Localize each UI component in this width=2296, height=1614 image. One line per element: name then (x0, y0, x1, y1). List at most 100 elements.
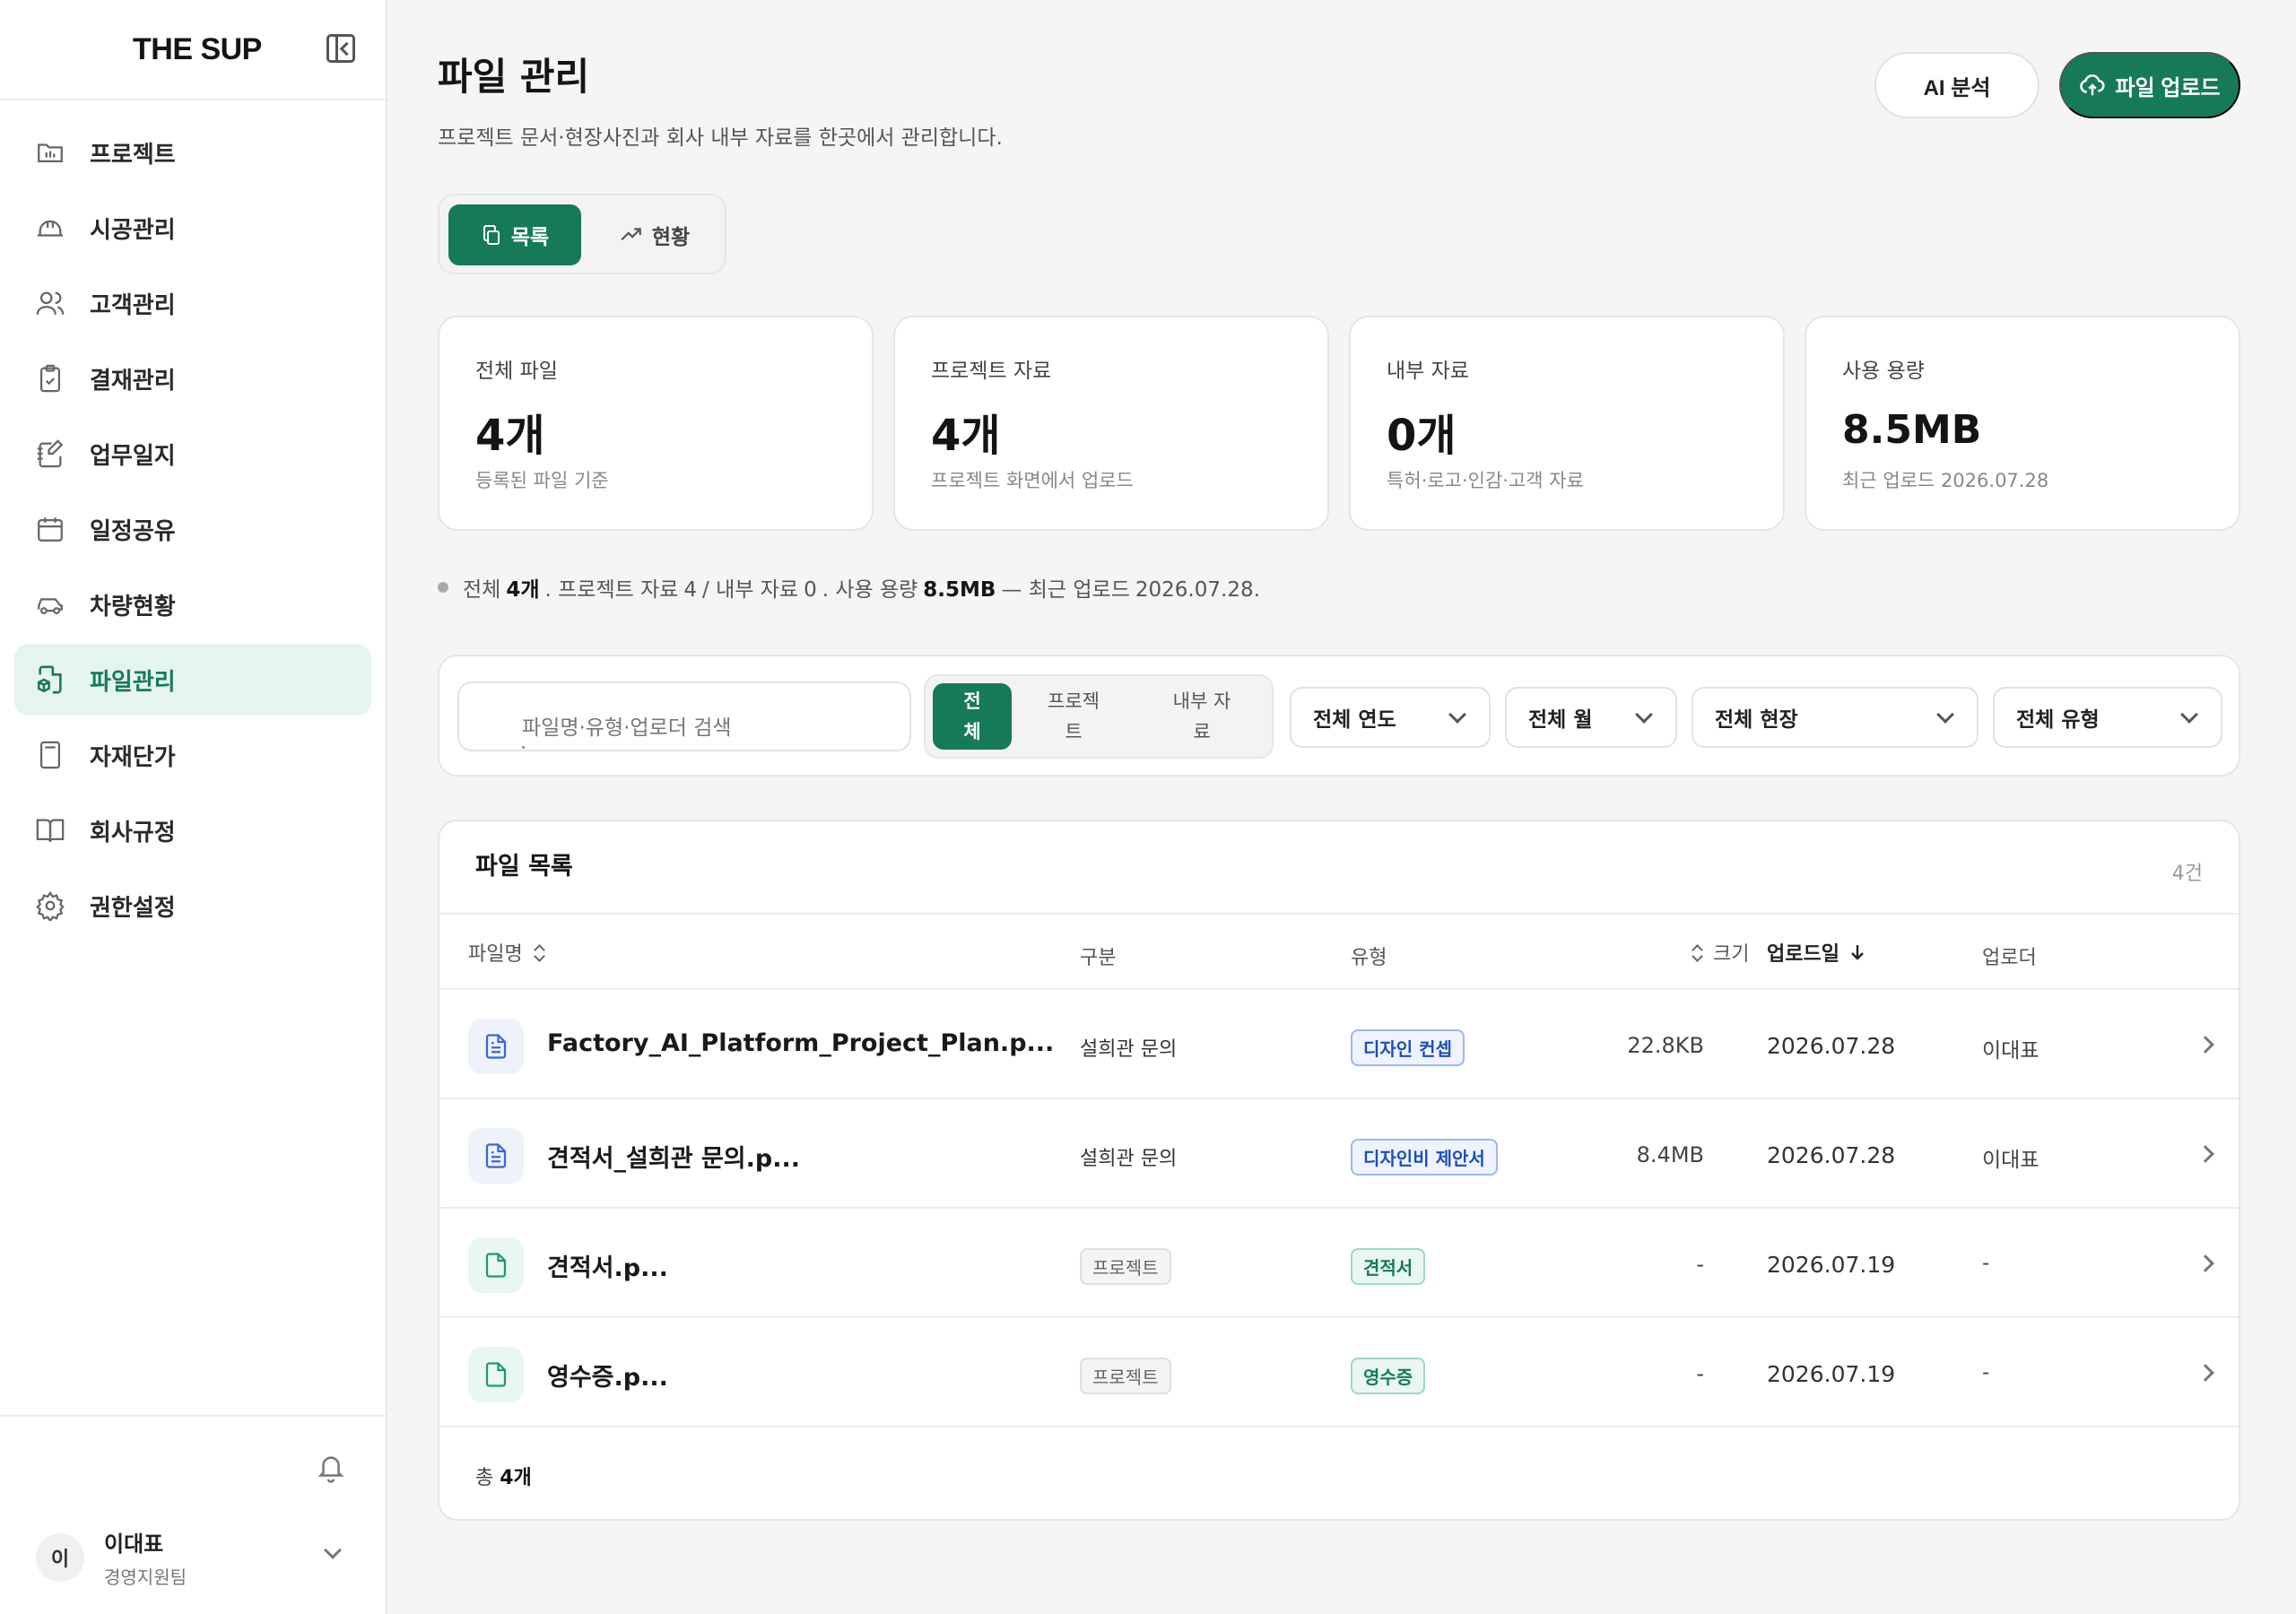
arrow-down-icon (1851, 945, 1864, 960)
sidebar-item-material-prices[interactable]: 자재단가 (14, 719, 371, 791)
file-table: 파일 목록 4건 파일명 구분 유형 크기 업로드일 업로더 Factory_A… (438, 820, 2240, 1521)
ai-analysis-button[interactable]: AI 분석 (1874, 52, 2039, 118)
stat-title: 내부 자료 (1387, 360, 1469, 383)
chevron-down-icon (1936, 706, 1954, 724)
file-name[interactable]: 영수증.p... (547, 1358, 668, 1393)
bell-icon[interactable] (316, 1451, 346, 1485)
table-row[interactable]: Factory_AI_Platform_Project_Plan.p... 설희… (439, 990, 2239, 1099)
sidebar-collapse-icon[interactable] (326, 34, 355, 63)
kind-project-button[interactable]: 프로젝 트 (1024, 683, 1123, 750)
file-type-tag: 영수증 (1351, 1358, 1426, 1394)
chevron-right-icon[interactable] (2196, 1036, 2214, 1054)
file-date: 2026.07.28 (1767, 1033, 1896, 1059)
file-name[interactable]: Factory_AI_Platform_Project_Plan.p... (547, 1029, 1054, 1057)
file-upload-button[interactable]: 파일 업로드 (2059, 52, 2240, 118)
kind-internal-button[interactable]: 내부 자료 (1139, 683, 1265, 750)
file-box-icon (34, 664, 66, 696)
stat-card-project: 프로젝트 자료 4개 프로젝트 화면에서 업로드 (893, 316, 1329, 531)
table-row[interactable]: 견적서_설희관 문의.p... 설희관 문의 디자인비 제안서 8.4MB 20… (439, 1099, 2239, 1209)
search-input[interactable]: 파일명·유형·업로더 검색 (457, 681, 911, 751)
table-row[interactable]: 영수증.p... 프로젝트 영수증 - 2026.07.19 - (439, 1318, 2239, 1427)
file-category: 설희관 문의 (1080, 1038, 1178, 1061)
file-name[interactable]: 견적서.p... (547, 1248, 668, 1283)
sidebar-item-label: 회사규정 (90, 819, 176, 846)
file-type-tag: 디자인비 제안서 (1351, 1139, 1498, 1176)
file-category-tag: 프로젝트 (1080, 1358, 1171, 1394)
sidebar-item-customers[interactable]: 고객관리 (14, 267, 371, 339)
stat-title: 사용 용량 (1842, 360, 1925, 383)
year-select[interactable]: 전체 연도 (1290, 687, 1491, 748)
th-uploader: 업로더 (1982, 947, 2037, 969)
stat-card-usage: 사용 용량 8.5MB 최근 업로드 2026.07.28 (1805, 316, 2240, 531)
stat-sub: 등록된 파일 기준 (475, 470, 609, 491)
page-title: 파일 관리 (438, 55, 590, 99)
summary-total: 4개 (506, 578, 540, 602)
sidebar-item-label: 일정공유 (90, 517, 176, 545)
site-select[interactable]: 전체 현장 (1692, 687, 1979, 748)
sidebar-item-worklog[interactable]: 업무일지 (14, 418, 371, 490)
chevron-down-icon[interactable] (324, 1541, 342, 1559)
file-name[interactable]: 견적서_설희관 문의.p... (547, 1139, 800, 1174)
table-title: 파일 목록 (475, 853, 573, 881)
summary-dot-icon (438, 582, 448, 593)
chevron-right-icon[interactable] (2196, 1145, 2214, 1163)
sidebar-item-projects[interactable]: 프로젝트 (14, 117, 371, 188)
sidebar-item-construction[interactable]: 시공관리 (14, 192, 371, 264)
month-select[interactable]: 전체 월 (1505, 687, 1677, 748)
stat-value: 0개 (1387, 411, 1457, 461)
sidebar-item-vehicles[interactable]: 차량현황 (14, 568, 371, 640)
type-select[interactable]: 전체 유형 (1993, 687, 2222, 748)
chevron-right-icon[interactable] (2196, 1364, 2214, 1382)
tab-list-label: 목록 (510, 226, 550, 249)
search-placeholder: 파일명·유형·업로더 검색 (522, 716, 732, 740)
file-uploader: 이대표 (1982, 1149, 2039, 1172)
sidebar-item-permissions[interactable]: 권한설정 (14, 870, 371, 941)
summary-internal: 0 (804, 578, 817, 602)
main-content: 파일 관리 프로젝트 문서·현장사진과 회사 내부 자료를 한곳에서 관리합니다… (387, 0, 2296, 1614)
app-logo[interactable]: THE SUP (133, 32, 262, 67)
sidebar-header: THE SUP (0, 0, 386, 100)
file-category-tag: 프로젝트 (1080, 1248, 1171, 1285)
tab-status[interactable]: 현황 (590, 204, 719, 265)
th-size[interactable]: 크기 (1692, 938, 1749, 967)
sidebar-item-label: 프로젝트 (90, 141, 176, 169)
user-profile[interactable]: 이 이대표 경영지원팀 (36, 1526, 187, 1589)
th-category: 구분 (1080, 947, 1117, 969)
sidebar-nav: 프로젝트 시공관리 고객관리 결재관리 업무일지 일정공유 차량현황 파일관리 … (14, 117, 371, 945)
th-name[interactable]: 파일명 (468, 938, 544, 967)
table-footer-total: 총 4개 (475, 1467, 532, 1489)
sidebar-item-schedule[interactable]: 일정공유 (14, 493, 371, 565)
th-date[interactable]: 업로드일 (1767, 938, 1866, 967)
sidebar-item-files[interactable]: 파일관리 (14, 644, 371, 716)
tab-status-label: 현황 (651, 226, 691, 249)
chevron-right-icon[interactable] (2196, 1254, 2214, 1272)
tab-list[interactable]: 목록 (448, 204, 581, 265)
sidebar-item-company-rules[interactable]: 회사규정 (14, 794, 371, 866)
trending-up-icon (621, 228, 641, 241)
table-row[interactable]: 견적서.p... 프로젝트 견적서 - 2026.07.19 - (439, 1209, 2239, 1318)
sidebar-item-label: 파일관리 (90, 668, 176, 696)
file-icon (468, 1237, 524, 1293)
calendar-icon (34, 513, 66, 545)
kind-all-button[interactable]: 전체 (933, 683, 1012, 750)
calculator-icon (34, 739, 66, 771)
sidebar-footer: 이 이대표 경영지원팀 (0, 1415, 386, 1614)
folder-icon (34, 136, 66, 169)
book-open-icon (34, 814, 66, 846)
summary-project: 4 (683, 578, 698, 602)
file-upload-label: 파일 업로드 (2115, 75, 2221, 100)
page-subtitle: 프로젝트 문서·현장사진과 회사 내부 자료를 한곳에서 관리합니다. (438, 126, 1003, 150)
summary-recent: 2026.07.28. (1135, 578, 1260, 602)
summary-text: 전체 (463, 578, 501, 602)
file-size: - (1696, 1252, 1704, 1277)
clipboard-check-icon (34, 362, 66, 395)
stat-cards: 전체 파일 4개 등록된 파일 기준 프로젝트 자료 4개 프로젝트 화면에서 … (438, 316, 2240, 531)
cloud-upload-icon (2080, 74, 2106, 96)
search-icon (522, 746, 525, 749)
file-category: 설희관 문의 (1080, 1148, 1178, 1170)
sidebar-item-approvals[interactable]: 결재관리 (14, 343, 371, 414)
sidebar: THE SUP 프로젝트 시공관리 고객관리 결재관리 업무일지 일정공유 차량… (0, 0, 387, 1614)
user-name: 이대표 (104, 1532, 164, 1557)
sidebar-item-label: 결재관리 (90, 367, 176, 395)
file-date: 2026.07.19 (1767, 1361, 1896, 1387)
